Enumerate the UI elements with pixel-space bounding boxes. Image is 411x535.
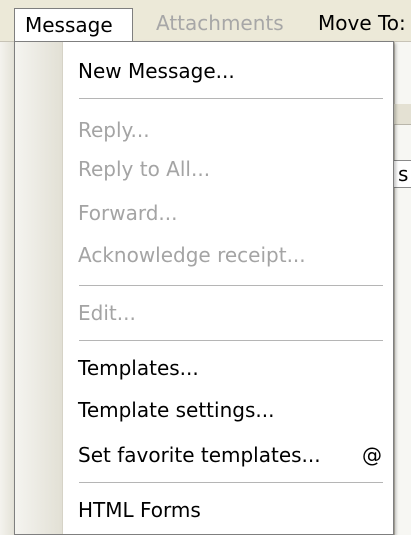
menu-item-template-settings[interactable]: Template settings...	[78, 396, 274, 424]
menu-separator	[79, 98, 383, 99]
menu-item-html-forms[interactable]: HTML Forms	[78, 496, 201, 524]
menu-attachments: Attachments	[156, 11, 284, 35]
menu-item-templates[interactable]: Templates...	[78, 354, 199, 382]
menu-item-reply-to-all: Reply to All...	[78, 157, 211, 181]
message-dropdown-menu: New Message... Reply... Reply to All... …	[14, 41, 394, 535]
menu-item-new-message[interactable]: New Message...	[78, 57, 235, 85]
menu-item-shortcut: @	[362, 443, 382, 467]
menu-separator	[79, 340, 383, 341]
menu-item-forward: Forward...	[78, 201, 178, 225]
menu-move-to[interactable]: Move To:	[318, 7, 406, 40]
background-text-field[interactable]: s	[394, 160, 411, 188]
menu-separator	[79, 285, 383, 286]
menu-message[interactable]: Message	[14, 8, 133, 41]
background-field-text: s	[398, 162, 409, 186]
menu-item-acknowledge-receipt: Acknowledge receipt...	[78, 243, 306, 267]
menu-separator	[79, 482, 383, 483]
menu-item-edit: Edit...	[78, 301, 136, 325]
background-header-bar	[394, 104, 411, 125]
menu-item-set-favorite-templates[interactable]: Set favorite templates...	[78, 441, 321, 469]
menu-bar: Message Attachments Move To:	[0, 0, 411, 42]
menu-icon-gutter	[15, 42, 63, 534]
menu-item-reply: Reply...	[78, 118, 150, 142]
